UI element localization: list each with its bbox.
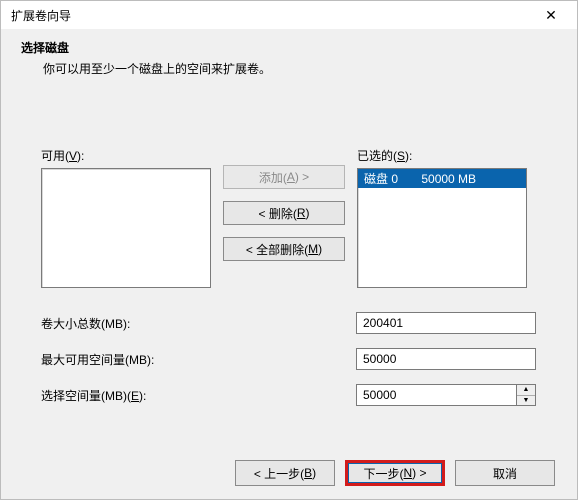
spinner-down-icon[interactable]: ▼ <box>517 396 535 406</box>
next-button[interactable]: 下一步(N) > <box>348 463 442 483</box>
remove-button[interactable]: < 删除(R) <box>223 201 345 225</box>
header-title: 选择磁盘 <box>21 39 577 56</box>
select-space-row: 选择空间量(MB)(E): 50000 ▲ ▼ <box>41 384 547 406</box>
list-item[interactable]: 磁盘 0 50000 MB <box>358 169 526 188</box>
window-title: 扩展卷向导 <box>11 7 71 24</box>
select-space-input[interactable]: 50000 <box>356 384 516 406</box>
wizard-window: 扩展卷向导 ✕ 选择磁盘 你可以用至少一个磁盘上的空间来扩展卷。 可用(V): … <box>0 0 578 500</box>
spinner-buttons: ▲ ▼ <box>516 384 536 406</box>
remove-all-button[interactable]: < 全部删除(M) <box>223 237 345 261</box>
selected-listbox[interactable]: 磁盘 0 50000 MB <box>357 168 527 288</box>
size-fields: 卷大小总数(MB): 200401 最大可用空间量(MB): 50000 选择空… <box>41 312 547 406</box>
select-space-label: 选择空间量(MB)(E): <box>41 387 356 404</box>
total-size-value: 200401 <box>356 312 536 334</box>
max-space-label: 最大可用空间量(MB): <box>41 351 356 368</box>
footer-buttons: < 上一步(B) 下一步(N) > 取消 <box>1 447 577 499</box>
titlebar: 扩展卷向导 ✕ <box>1 1 577 29</box>
back-button[interactable]: < 上一步(B) <box>235 460 335 486</box>
header-subtitle: 你可以用至少一个磁盘上的空间来扩展卷。 <box>21 56 577 77</box>
max-space-row: 最大可用空间量(MB): 50000 <box>41 348 547 370</box>
transfer-buttons: 添加(A) > < 删除(R) < 全部删除(M) <box>223 165 345 261</box>
close-icon[interactable]: ✕ <box>531 7 571 24</box>
available-block: 可用(V): <box>41 147 211 288</box>
spinner-up-icon[interactable]: ▲ <box>517 385 535 396</box>
total-size-row: 卷大小总数(MB): 200401 <box>41 312 547 334</box>
selected-label: 已选的(S): <box>357 147 527 164</box>
available-listbox[interactable] <box>41 168 211 288</box>
content-area: 可用(V): 添加(A) > < 删除(R) < 全部删除(M) 已选的(S): <box>1 77 577 447</box>
next-button-highlight: 下一步(N) > <box>345 460 445 486</box>
selected-block: 已选的(S): 磁盘 0 50000 MB <box>357 147 527 288</box>
available-label: 可用(V): <box>41 147 211 164</box>
cancel-button[interactable]: 取消 <box>455 460 555 486</box>
max-space-value: 50000 <box>356 348 536 370</box>
wizard-header: 选择磁盘 你可以用至少一个磁盘上的空间来扩展卷。 <box>1 29 577 77</box>
select-space-spinner[interactable]: 50000 ▲ ▼ <box>356 384 536 406</box>
add-button: 添加(A) > <box>223 165 345 189</box>
total-size-label: 卷大小总数(MB): <box>41 315 356 332</box>
lists-row: 可用(V): 添加(A) > < 删除(R) < 全部删除(M) 已选的(S): <box>41 147 547 288</box>
